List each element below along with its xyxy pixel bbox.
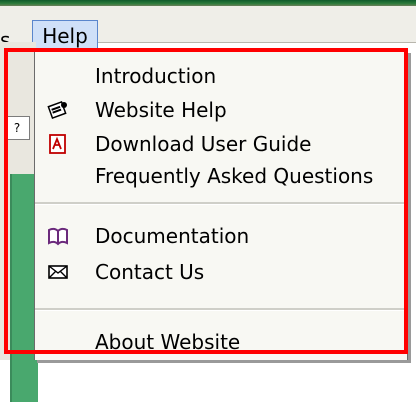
- menu-item-about-website[interactable]: About Website: [35, 326, 407, 358]
- help-book-icon: [47, 99, 69, 121]
- menu-item-label: Documentation: [95, 224, 250, 248]
- pdf-icon: [47, 133, 69, 155]
- menu-item-introduction[interactable]: Introduction: [35, 60, 407, 92]
- menu-item-label: About Website: [95, 330, 241, 354]
- help-tool-icon[interactable]: ?: [4, 116, 30, 140]
- menu-item-label: Website Help: [95, 98, 227, 122]
- menu-separator: [35, 308, 407, 311]
- menu-item-label: Frequently Asked Questions: [95, 164, 374, 188]
- menu-item-label: Contact Us: [95, 260, 205, 284]
- menu-item-label: Introduction: [95, 64, 217, 88]
- menu-item-label: Download User Guide: [95, 132, 312, 156]
- open-book-icon: [47, 225, 69, 247]
- menu-help-label: Help: [42, 24, 88, 48]
- envelope-icon: [47, 261, 69, 283]
- toolbar-icon-glyph: ?: [13, 121, 21, 135]
- left-toolbar-area: ?: [0, 42, 38, 402]
- help-dropdown-menu: Introduction Website Help Download User …: [34, 50, 408, 360]
- menu-item-website-help[interactable]: Website Help: [35, 94, 407, 126]
- menu-item-contact-us[interactable]: Contact Us: [35, 256, 407, 288]
- menu-item-download-user-guide[interactable]: Download User Guide: [35, 128, 407, 160]
- menu-help[interactable]: Help: [32, 20, 98, 52]
- menu-item-documentation[interactable]: Documentation: [35, 220, 407, 252]
- menu-item-faq[interactable]: Frequently Asked Questions: [35, 160, 407, 192]
- menu-separator: [35, 202, 407, 205]
- menu-bar: s Help: [0, 6, 416, 52]
